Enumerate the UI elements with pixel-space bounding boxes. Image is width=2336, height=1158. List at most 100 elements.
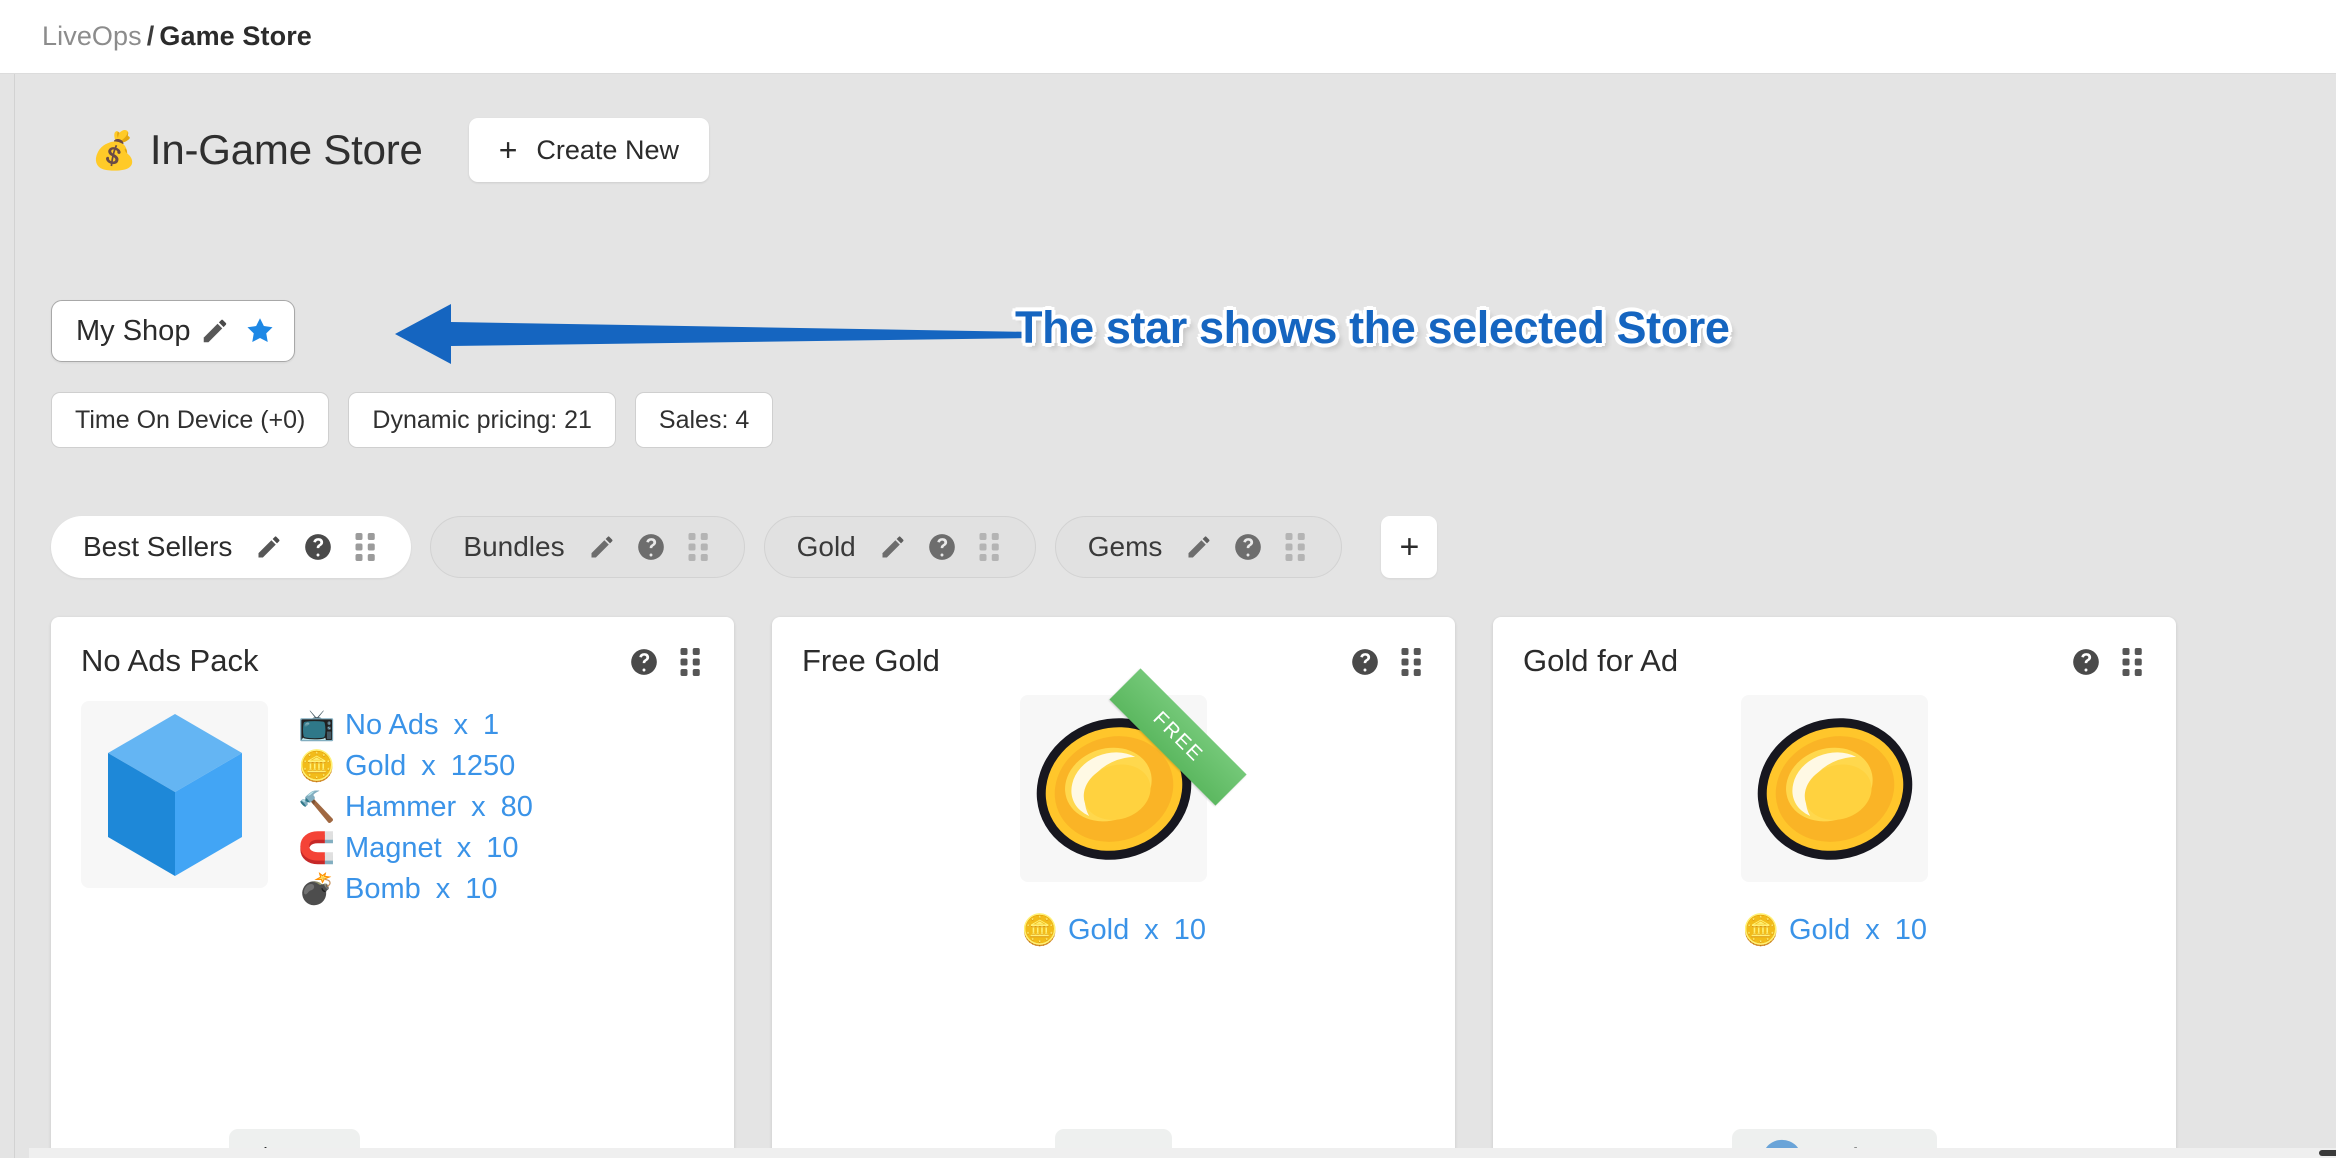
card-header-icons <box>630 643 704 676</box>
item-name: No Ads <box>345 709 439 741</box>
item-multiplier: x <box>1865 914 1880 946</box>
list-item: 🪙 Gold x 1250 <box>298 750 533 783</box>
item-multiplier: x <box>435 873 451 905</box>
help-circle-icon[interactable] <box>928 533 956 561</box>
store-name: My Shop <box>76 314 191 347</box>
breadcrumb-liveops[interactable]: LiveOps <box>42 21 142 51</box>
item-multiplier: x <box>421 750 436 782</box>
tab-best-sellers-label: Best Sellers <box>83 531 233 562</box>
product-card-free-gold[interactable]: Free Gold FREE 🪙 Gold x 10 <box>772 617 1455 1158</box>
tab-gems-label: Gems <box>1087 531 1163 562</box>
card-header: Free Gold <box>802 643 1425 679</box>
meta-chip-dynamic-pricing[interactable]: Dynamic pricing: 21 <box>348 392 616 448</box>
gold-coin-icon: 🪙 <box>298 749 336 783</box>
card-header: Gold for Ad <box>1523 643 2146 679</box>
item-multiplier: x <box>456 832 472 864</box>
plus-icon: + <box>498 132 518 168</box>
tab-gems[interactable]: Gems <box>1054 516 1343 578</box>
in-game-store-page: LiveOps / Game Store 💰 In-Game Store + Cre… <box>0 0 2336 1158</box>
bomb-icon: 💣 <box>298 872 336 906</box>
help-circle-icon[interactable] <box>1234 533 1262 561</box>
item-quantity: 10 <box>486 832 519 864</box>
gold-coin-icon <box>1745 701 1925 876</box>
card-thumbnail-wrap <box>1741 695 1928 882</box>
card-thumbnail-wrap: FREE <box>1020 668 1247 882</box>
page-title: 💰 In-Game Store <box>91 126 423 174</box>
hammer-icon: 🔨 <box>298 790 336 824</box>
tab-bundles[interactable]: Bundles <box>430 516 745 578</box>
annotation-text: The star shows the selected Store <box>1015 302 1730 353</box>
item-name: Gold <box>345 750 407 782</box>
item-name: Gold <box>1067 914 1130 946</box>
list-item: 💣 Bomb x 10 <box>298 873 533 906</box>
product-card-no-ads-pack[interactable]: No Ads Pack 📺 No Ads x 1 🪙 Gold x 1250 🔨… <box>51 617 734 1158</box>
card-body: 📺 No Ads x 1 🪙 Gold x 1250 🔨 Hammer x 80… <box>81 701 704 906</box>
item-quantity: 10 <box>1894 914 1928 946</box>
product-card-gold-for-ad[interactable]: Gold for Ad 🪙 Gold x 10 <box>1493 617 2176 1158</box>
store-meta-chips: Time On Device (+0) Dynamic pricing: 21 … <box>51 392 774 448</box>
item-multiplier: x <box>1144 914 1159 946</box>
gold-coin-icon: 🪙 <box>1020 913 1059 947</box>
breadcrumb-bar: LiveOps / Game Store <box>0 0 2336 74</box>
pencil-icon[interactable] <box>588 533 616 561</box>
card-thumbnail-wrap <box>81 701 268 888</box>
no-ads-icon: 📺 <box>298 708 336 742</box>
tab-gold[interactable]: Gold <box>763 516 1036 578</box>
breadcrumb: LiveOps / Game Store <box>42 21 312 52</box>
help-circle-icon[interactable] <box>630 648 658 676</box>
help-circle-icon[interactable] <box>2072 648 2100 676</box>
item-quantity: 80 <box>500 791 533 823</box>
create-new-button[interactable]: + Create New <box>468 118 709 182</box>
tab-best-sellers[interactable]: Best Sellers <box>51 516 412 578</box>
list-item: 🪙 Gold x 10 <box>1742 914 1927 947</box>
tab-bundles-label: Bundles <box>463 531 565 562</box>
blue-cube-icon <box>100 710 250 880</box>
item-quantity: 10 <box>465 873 498 905</box>
help-circle-icon[interactable] <box>637 533 665 561</box>
list-item: 📺 No Ads x 1 <box>298 709 533 742</box>
add-category-button[interactable]: + <box>1381 516 1438 578</box>
item-quantity: 10 <box>1173 914 1207 946</box>
card-thumbnail <box>1741 695 1928 882</box>
card-header-icons <box>2072 643 2146 676</box>
grip-dots-icon[interactable] <box>977 533 1003 561</box>
help-circle-icon[interactable] <box>1351 648 1379 676</box>
item-quantity: 1 <box>483 709 500 741</box>
pencil-icon[interactable] <box>200 316 230 346</box>
tab-gold-label: Gold <box>796 531 856 562</box>
pencil-icon[interactable] <box>255 533 283 561</box>
page-content: 💰 In-Game Store + Create New My Shop Tim… <box>14 74 2336 1158</box>
grip-dots-icon[interactable] <box>686 533 712 561</box>
card-title: No Ads Pack <box>81 643 259 678</box>
card-body: FREE 🪙 Gold x 10 <box>802 668 1425 947</box>
gold-coin-icon: 🪙 <box>1741 913 1780 947</box>
grip-dots-icon[interactable] <box>678 648 704 676</box>
meta-chip-sales[interactable]: Sales: 4 <box>634 392 774 448</box>
annotation-arrow <box>395 302 1035 371</box>
card-title: Free Gold <box>802 643 940 678</box>
list-item: 🪙 Gold x 10 <box>1021 914 1206 947</box>
store-card-my-shop[interactable]: My Shop <box>51 300 295 362</box>
grip-dots-icon[interactable] <box>1399 648 1425 676</box>
pencil-icon[interactable] <box>1185 533 1213 561</box>
meta-chip-time-on-device[interactable]: Time On Device (+0) <box>51 392 330 448</box>
card-body: 🪙 Gold x 10 <box>1523 695 2146 947</box>
grip-dots-icon[interactable] <box>353 533 379 561</box>
card-header: No Ads Pack <box>81 643 704 679</box>
star-icon[interactable] <box>230 315 276 347</box>
scrollbar-thumb[interactable] <box>2319 1150 2336 1156</box>
horizontal-scrollbar[interactable] <box>29 1148 2336 1158</box>
grip-dots-icon[interactable] <box>1283 533 1309 561</box>
help-circle-icon[interactable] <box>304 533 332 561</box>
pencil-icon[interactable] <box>879 533 907 561</box>
card-header-icons <box>1351 643 1425 676</box>
list-item: 🧲 Magnet x 10 <box>298 832 533 865</box>
product-card-grid: No Ads Pack 📺 No Ads x 1 🪙 Gold x 1250 🔨… <box>51 617 2176 1158</box>
page-header-row: 💰 In-Game Store + Create New <box>91 118 709 182</box>
card-item-list: 🪙 Gold x 10 <box>1742 906 1927 947</box>
page-title-text: In-Game Store <box>149 126 423 173</box>
create-new-label: Create New <box>536 134 679 165</box>
money-bag-icon: 💰 <box>91 129 137 171</box>
breadcrumb-game-store: Game Store <box>159 21 312 51</box>
grip-dots-icon[interactable] <box>2120 648 2146 676</box>
